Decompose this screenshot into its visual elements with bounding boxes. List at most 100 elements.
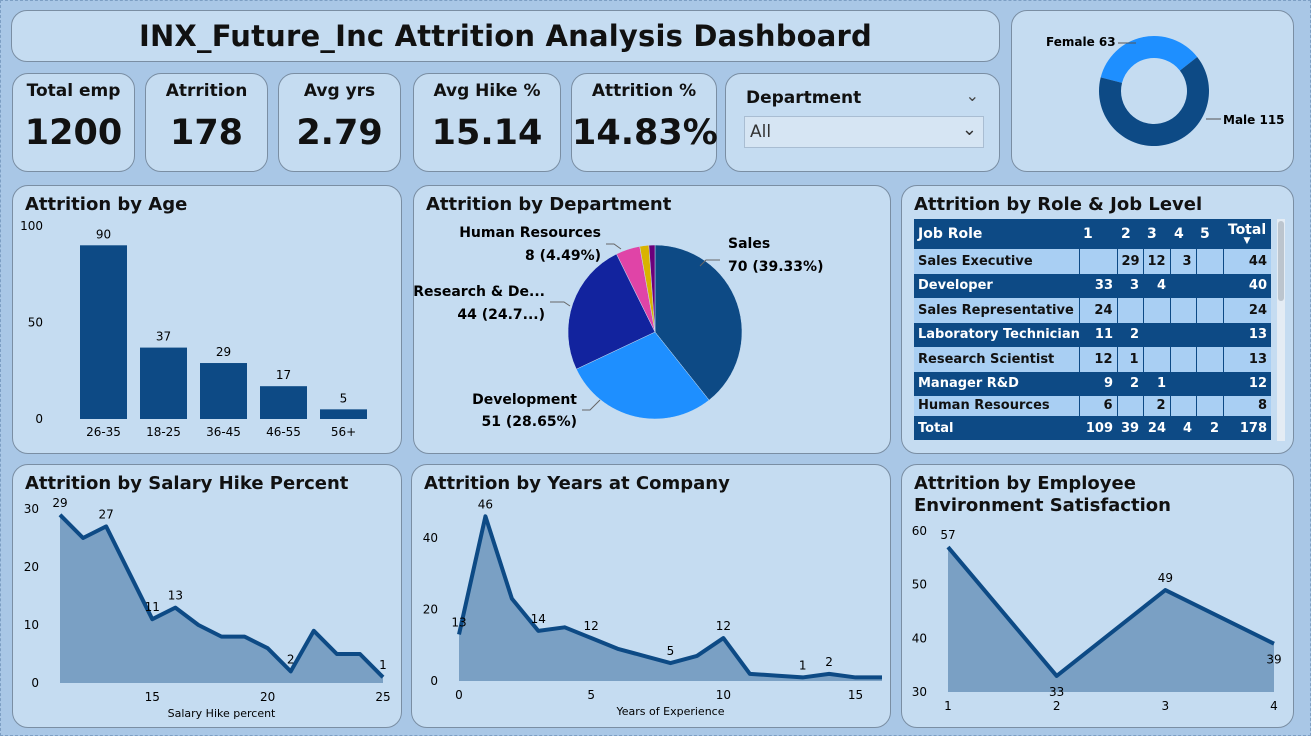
y-tick-label: 50	[912, 578, 927, 592]
department-chart-card: Attrition by Department Sales 70 (39.33%)…	[413, 185, 891, 454]
table-cell: 6	[1078, 396, 1117, 416]
table-cell	[1195, 396, 1223, 416]
table-total-row: Total 109 39 24 4 2 178	[914, 416, 1271, 440]
table-header-cell[interactable]: Total ▼	[1223, 219, 1271, 249]
y-tick-label: 50	[28, 316, 43, 330]
table-scrollbar[interactable]	[1277, 219, 1285, 441]
role-matrix-table: Job Role 1 2 3 4 5 Total ▼ Sales Executive 29 12 3…	[914, 219, 1271, 440]
chevron-down-icon[interactable]: ⌄	[966, 86, 979, 105]
table-row: Sales Executive 29 12 3 44	[914, 249, 1271, 274]
table-cell: 24	[1078, 298, 1117, 323]
point-data-label: 2	[825, 655, 833, 669]
bar-data-label: 5	[340, 391, 348, 405]
bar-data-label: 17	[276, 368, 291, 382]
x-tick-label: 15	[145, 690, 160, 704]
pie-label-name: Development	[472, 392, 577, 408]
point-data-label: 1	[799, 658, 807, 672]
table-cell	[1196, 322, 1223, 347]
point-data-label: 14	[531, 612, 546, 626]
table-cell	[1169, 396, 1196, 416]
table-cell: 9	[1079, 371, 1117, 396]
point-data-label: 49	[1158, 571, 1173, 585]
table-cell: Research Scientist	[914, 347, 1079, 372]
point-data-label: 2	[287, 652, 295, 666]
pie-label-value: 70 (39.33%)	[728, 259, 823, 275]
table-row: Human Resources 6 2 8	[914, 396, 1271, 416]
kpi-value: 14.83%	[572, 113, 718, 153]
y-tick-label: 30	[24, 502, 39, 516]
point-data-label: 39	[1266, 653, 1281, 667]
table-cell	[1170, 273, 1196, 298]
kpi-value: 1200	[24, 113, 123, 153]
table-cell: Sales Executive	[914, 249, 1079, 274]
kpi-label: Avg Hike %	[433, 81, 541, 101]
env-chart-card: Attrition by Employee Environment Satisf…	[901, 464, 1294, 728]
table-cell: 2	[1117, 322, 1143, 347]
y-tick-label: 0	[35, 412, 43, 426]
table-row: Manager R&D 9 2 1 12	[914, 371, 1271, 396]
table-header-cell[interactable]: Job Role	[914, 219, 1079, 249]
table-cell: 29	[1116, 249, 1143, 274]
point-data-label: 29	[52, 496, 67, 510]
point-data-label: 27	[99, 507, 114, 521]
x-tick-label: 36-45	[206, 425, 241, 439]
table-cell: 2	[1142, 396, 1170, 416]
table-cell: 33	[1079, 273, 1117, 298]
x-tick-label: 3	[1162, 699, 1170, 713]
kpi-avg-hike: Avg Hike % 15.14	[413, 73, 561, 172]
kpi-value: 2.79	[296, 113, 383, 153]
table-cell: 8	[1222, 396, 1271, 416]
point-data-label: 12	[716, 619, 731, 633]
male-label: Male 115	[1223, 113, 1285, 127]
y-tick-label: 10	[24, 618, 39, 632]
table-cell: 3	[1117, 273, 1143, 298]
table-cell: 12	[1142, 249, 1170, 274]
point-data-label: 46	[478, 497, 493, 511]
x-tick-label: 0	[455, 688, 463, 702]
age-bar	[80, 245, 127, 419]
table-cell	[1170, 322, 1196, 347]
dashboard-title: INX_Future_Inc Attrition Analysis Dashbo…	[138, 19, 873, 53]
x-tick-label: 56+	[331, 425, 356, 439]
table-cell	[1078, 249, 1117, 274]
table-cell: 1	[1116, 347, 1143, 372]
y-tick-label: 100	[20, 219, 43, 233]
x-tick-label: 46-55	[266, 425, 301, 439]
table-cell: 2	[1196, 416, 1223, 440]
table-cell	[1169, 347, 1196, 372]
department-dropdown[interactable]: All ⌄	[744, 116, 984, 148]
age-bar	[140, 347, 187, 419]
table-header-cell[interactable]: 2	[1117, 219, 1143, 249]
point-data-label: 33	[1049, 685, 1064, 699]
y-tick-label: 40	[912, 631, 927, 645]
pie-leader-line	[550, 301, 571, 307]
department-slicer: Department ⌄ All ⌄	[725, 73, 1000, 172]
x-tick-label: 25	[375, 690, 390, 704]
table-cell: 11	[1079, 322, 1117, 347]
table-cell: Laboratory Technician	[914, 322, 1079, 347]
kpi-label: Attrition %	[591, 81, 697, 101]
table-cell	[1169, 298, 1196, 323]
table-header-cell[interactable]: 3	[1143, 219, 1170, 249]
x-tick-label: 15	[848, 688, 863, 702]
sort-descending-icon: ▼	[1243, 236, 1251, 246]
table-cell: Developer	[914, 273, 1079, 298]
pie-label-name: Sales	[728, 236, 770, 252]
table-header-cell[interactable]: 4	[1170, 219, 1196, 249]
x-tick-label: 2	[1053, 699, 1061, 713]
years-chart-card: Attrition by Years at Company 0 20 40 0 5 10 1…	[411, 464, 891, 728]
pie-leader-line	[606, 243, 622, 250]
kpi-attrition: Atrrition 178	[145, 73, 268, 172]
scrollbar-thumb[interactable]	[1278, 221, 1284, 301]
title-card: INX_Future_Inc Attrition Analysis Dashbo…	[11, 10, 1000, 62]
x-tick-label: 10	[716, 688, 731, 702]
table-cell: 2	[1117, 371, 1143, 396]
kpi-value: 178	[169, 113, 244, 153]
kpi-total-emp: Total emp 1200	[12, 73, 135, 172]
table-row: Sales Representative 24 24	[914, 298, 1271, 323]
table-cell	[1195, 298, 1223, 323]
pie-label-value: 51 (28.65%)	[482, 414, 577, 430]
table-header-cell[interactable]: 5	[1196, 219, 1223, 249]
x-axis-title: Salary Hike percent	[168, 707, 276, 720]
table-header-cell[interactable]: 1	[1079, 219, 1117, 249]
